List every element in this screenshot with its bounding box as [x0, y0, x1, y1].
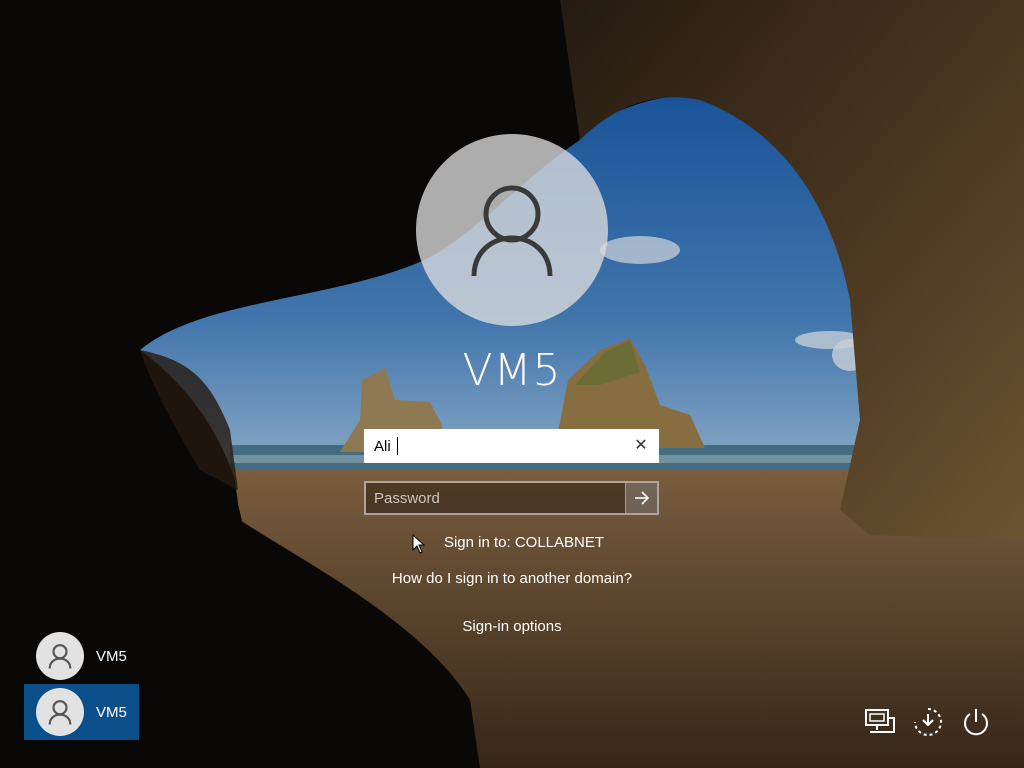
user-tile[interactable]: VM5: [24, 628, 139, 684]
user-tile-name: VM5: [96, 647, 127, 665]
clear-icon[interactable]: ✕: [629, 434, 653, 458]
other-domain-link[interactable]: How do I sign in to another domain?: [0, 570, 1024, 587]
network-icon[interactable]: [862, 704, 898, 740]
text-caret: [397, 437, 398, 455]
user-icon: [48, 700, 72, 725]
arrow-right-icon: [634, 491, 649, 505]
sign-in-options-link[interactable]: Sign-in options: [0, 618, 1024, 635]
user-tile-name: VM5: [96, 703, 127, 721]
sign-in-domain-label: Sign in to: COLLABNET: [443, 534, 605, 551]
account-name: VM5: [462, 345, 562, 396]
account-avatar: [416, 134, 608, 326]
power-icon[interactable]: [958, 704, 994, 740]
user-icon: [471, 185, 553, 277]
avatar: [36, 632, 84, 680]
submit-arrow-button[interactable]: [625, 483, 657, 513]
user-tile-selected[interactable]: VM5: [24, 684, 139, 740]
user-icon: [48, 644, 72, 669]
username-value: Ali: [374, 438, 391, 455]
password-input[interactable]: [366, 483, 628, 513]
username-field[interactable]: Ali ✕: [364, 429, 659, 463]
password-field[interactable]: [364, 481, 659, 515]
avatar: [36, 688, 84, 736]
ease-of-access-icon[interactable]: [910, 704, 946, 740]
